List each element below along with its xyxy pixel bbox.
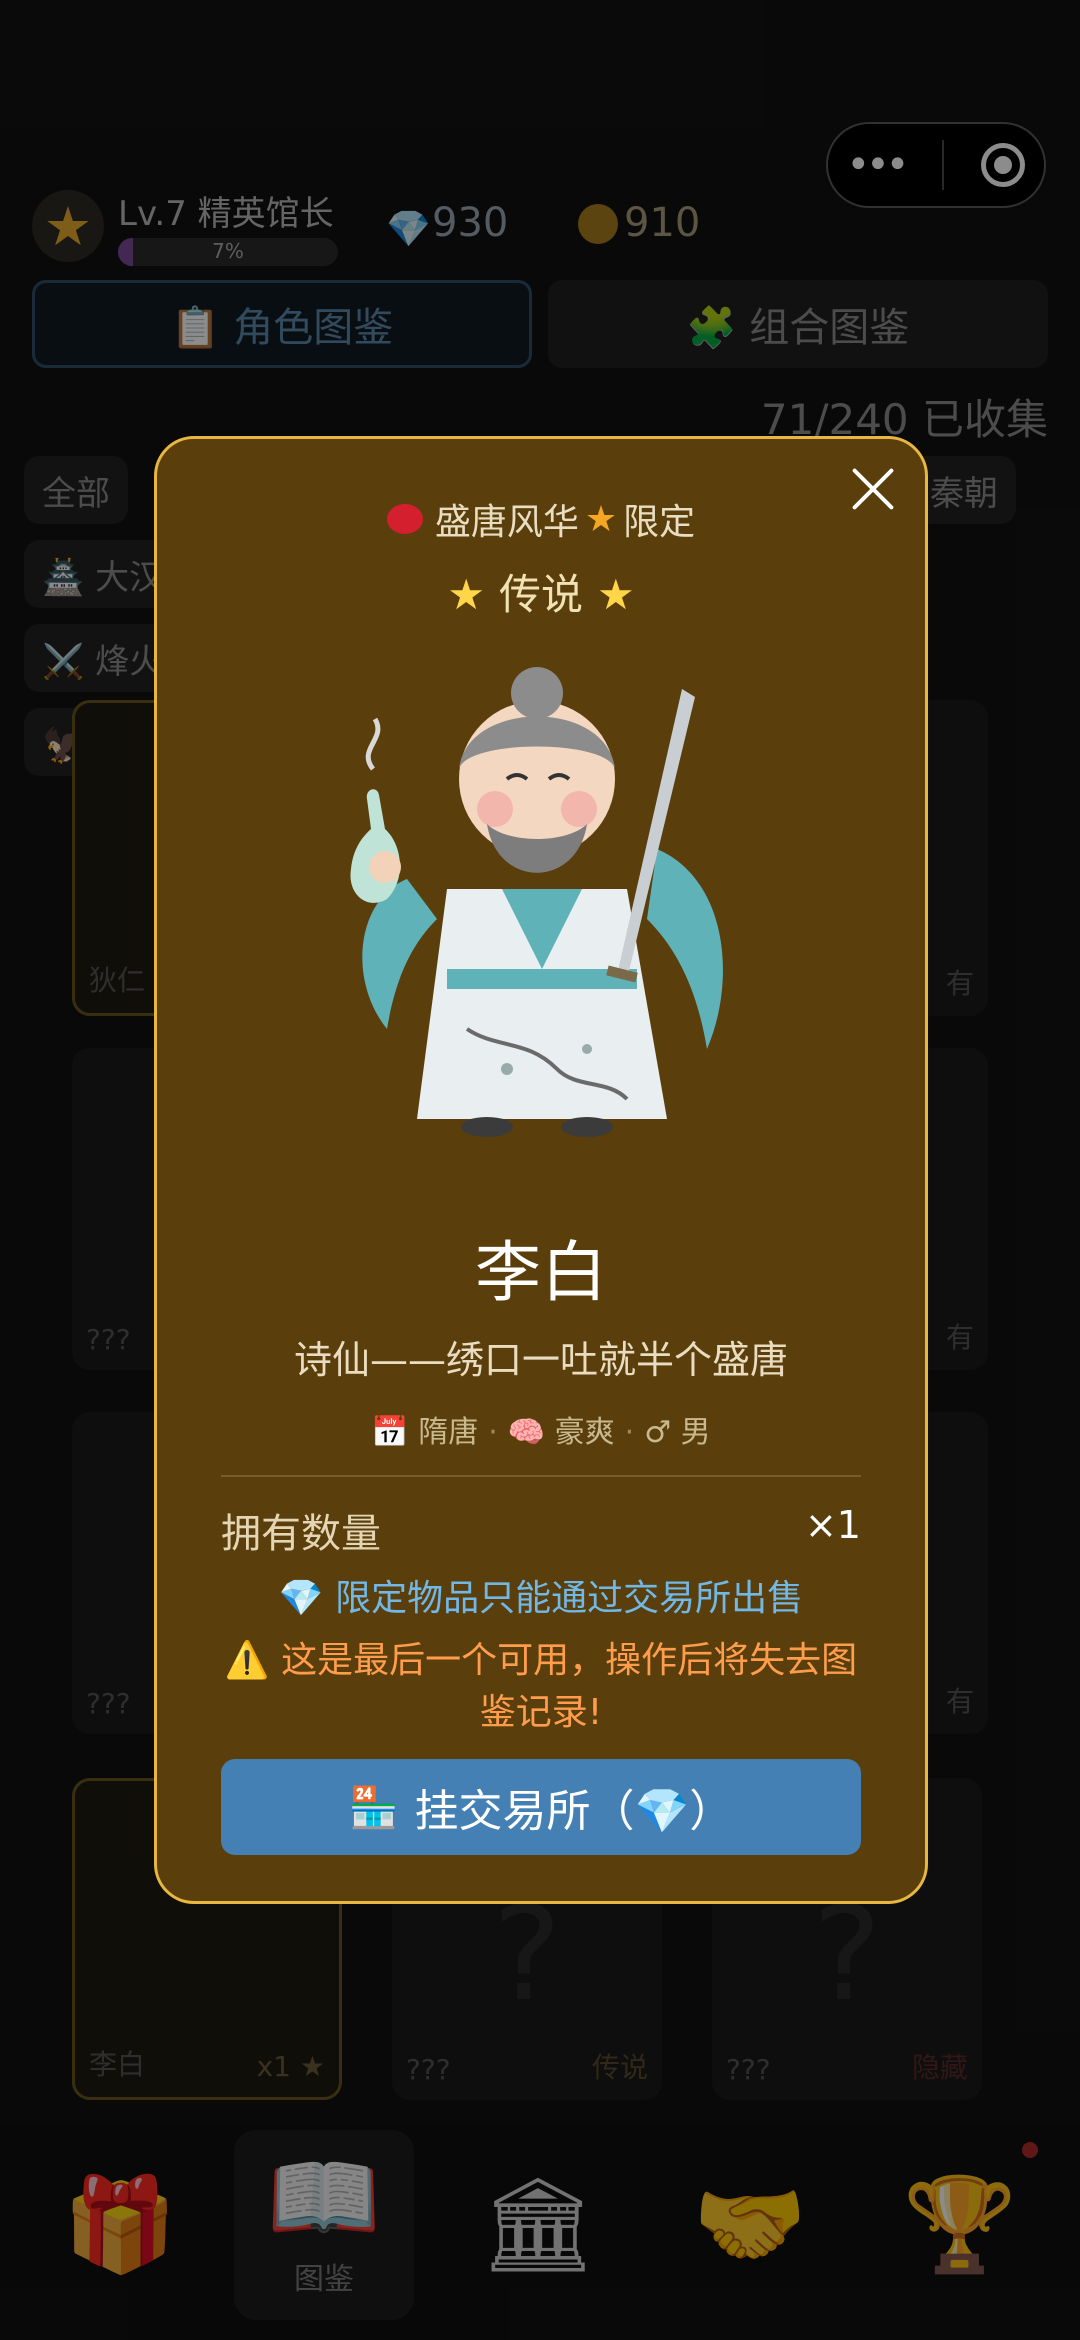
era-disc-icon [386, 504, 423, 534]
meta-gender: ♂ 男 [644, 1415, 711, 1450]
divider [221, 1475, 861, 1477]
character-name: 李白 [475, 1234, 607, 1311]
character-portrait [350, 667, 723, 1137]
list-on-exchange-label: 挂交易所（💎） [414, 1786, 734, 1837]
list-on-exchange-button[interactable]: 🏪 挂交易所（💎） [221, 1759, 861, 1855]
character-motto: 诗仙——绣口一吐就半个盛唐 [293, 1338, 788, 1382]
star-icon: ★ [447, 570, 485, 619]
character-meta: 📅 隋唐 · 🧠 豪爽 · ♂ 男 [157, 1407, 925, 1451]
meta-separator: · [488, 1415, 498, 1450]
rarity-row: ★ 传说 ★ [157, 561, 925, 622]
star-icon: ★ [597, 570, 635, 619]
last-item-warning: ⚠️ 这是最后一个可用，操作后将失去图鉴记录! [224, 1640, 858, 1733]
era-tag: 盛唐风华 [434, 502, 579, 543]
shop-icon: 🏪 [348, 1784, 399, 1831]
owned-label: 拥有数量 [221, 1511, 381, 1557]
meta-separator: · [624, 1415, 635, 1450]
tag-row: 盛唐风华 ★ 限定 [157, 493, 925, 545]
star-icon: ★ [584, 498, 618, 540]
rarity-label: 传说 [498, 570, 583, 619]
limited-note: 💎 限定物品只能通过交易所出售 [278, 1578, 804, 1619]
character-detail-modal: 盛唐风华 ★ 限定 ★ 传说 ★ 李白 诗仙——绣口一吐就半个盛唐 📅 隋唐 ·… [154, 436, 928, 1904]
meta-personality: 🧠 豪爽 [507, 1415, 615, 1450]
owned-value: ×1 [804, 1503, 861, 1547]
limited-tag: 限定 [623, 502, 696, 543]
meta-dynasty: 📅 隋唐 [371, 1415, 479, 1450]
